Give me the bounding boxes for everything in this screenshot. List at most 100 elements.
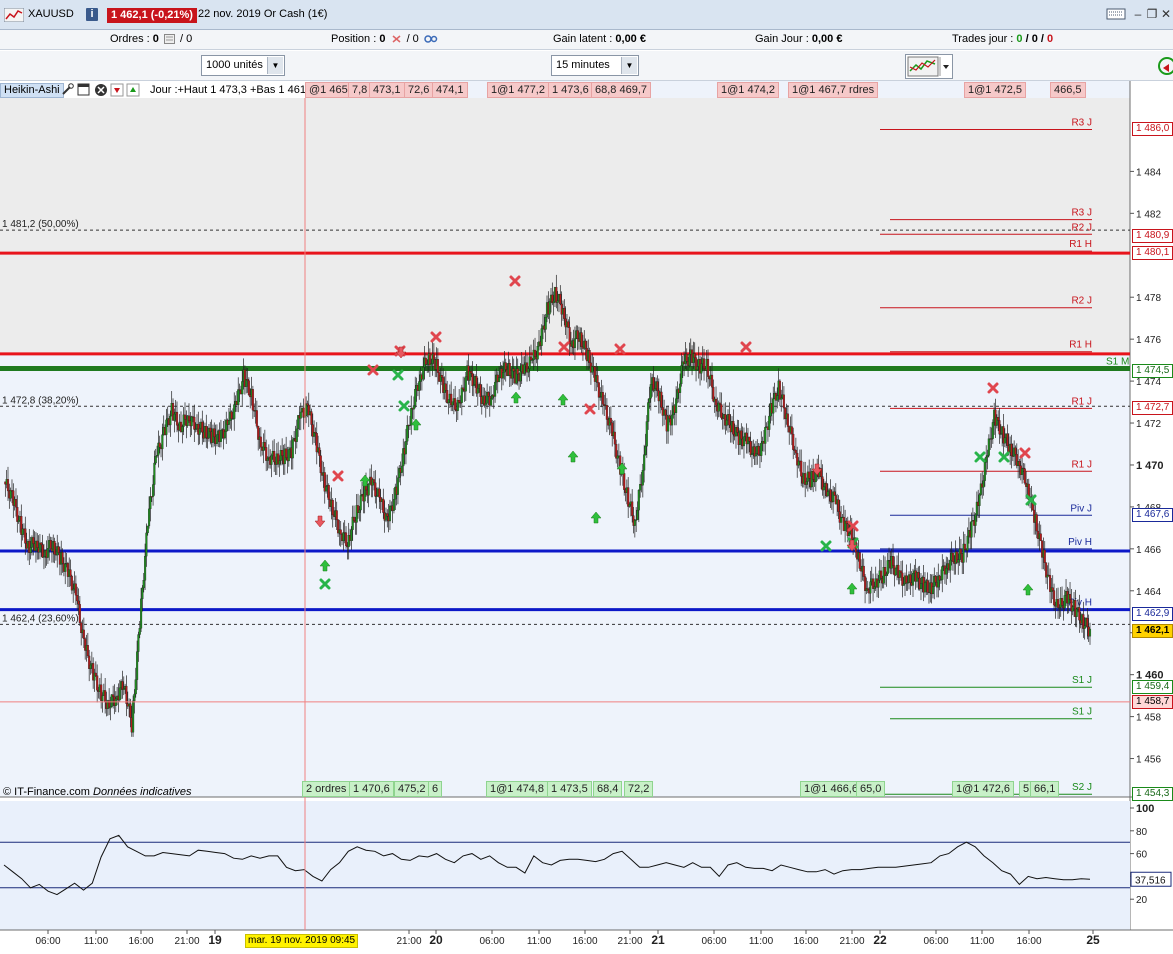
order-tag[interactable]: 68,4 <box>593 781 623 797</box>
order-tag[interactable]: 1@1 466,6 <box>800 781 862 797</box>
candle-body <box>436 358 439 373</box>
candle-body <box>951 552 954 562</box>
candle-body <box>902 583 905 586</box>
candle-body <box>680 365 683 385</box>
quantity-select[interactable]: 1000 unités ▼ <box>201 55 285 76</box>
orders-icon[interactable] <box>163 34 175 45</box>
restore-icon[interactable]: ❐ <box>1145 7 1159 21</box>
candle-body <box>32 537 35 544</box>
candle-body <box>386 513 389 517</box>
window-icon[interactable] <box>77 83 90 96</box>
timeframe-select[interactable]: 15 minutes ▼ <box>551 55 639 76</box>
chart-window-icon <box>4 8 24 22</box>
order-tag[interactable]: 1@1 472,5 <box>964 82 1026 98</box>
order-tag[interactable]: 474,1 <box>432 82 468 98</box>
candle-body <box>800 460 803 477</box>
order-tag[interactable]: 72,6 <box>404 82 434 98</box>
candle-body <box>342 532 345 542</box>
refresh-icon[interactable] <box>1155 54 1173 79</box>
candle-body <box>552 301 555 304</box>
candle-body <box>187 415 191 422</box>
order-tag[interactable]: 1@1 467,7 rdres <box>788 82 879 98</box>
info-icon[interactable]: i <box>86 8 98 21</box>
candle-body <box>679 383 682 393</box>
strategy-button[interactable] <box>905 54 953 79</box>
candle-body <box>786 413 789 427</box>
candle-body <box>318 447 321 456</box>
candle-body <box>978 494 981 506</box>
arrow-down-icon[interactable] <box>110 83 124 97</box>
candle-body <box>247 380 250 395</box>
candle-body <box>760 442 763 456</box>
order-tag[interactable]: 68,8 469,7 <box>591 82 651 98</box>
chart-area[interactable]: 1 481,2 (50,00%) 1 472,8 (38,20%) 1 462,4 … <box>0 81 1173 954</box>
order-tag[interactable]: 65,0 <box>856 781 886 797</box>
close-icon[interactable]: ✕ <box>1159 7 1173 21</box>
candle-body <box>516 368 519 375</box>
candle-body <box>319 455 322 474</box>
order-tag[interactable]: 466,5 <box>1050 82 1086 98</box>
candle-body <box>299 411 302 419</box>
arrow-up-icon[interactable] <box>126 83 140 97</box>
minimize-icon[interactable]: – <box>1131 7 1145 21</box>
order-tag[interactable]: 1 473,5 <box>547 781 592 797</box>
x-tick-label: 21:00 <box>396 936 421 947</box>
order-tag[interactable]: 2 ordres <box>302 781 351 797</box>
candle-body <box>158 442 161 448</box>
candle-body <box>1035 514 1038 532</box>
candle-body <box>919 583 923 590</box>
order-tag[interactable]: 72,2 <box>624 781 654 797</box>
candle-body <box>205 425 208 438</box>
order-tag[interactable]: 1 473,6 <box>548 82 593 98</box>
chevron-down-icon[interactable]: ▼ <box>267 57 283 74</box>
candle-body <box>190 416 193 427</box>
close-position-icon[interactable] <box>391 34 402 44</box>
order-tag[interactable]: 7,8 <box>348 82 372 98</box>
latent-gain-value: 0,00 € <box>615 33 646 45</box>
order-tag[interactable]: 66,1 <box>1030 781 1060 797</box>
candle-body <box>412 405 415 410</box>
candle-body <box>233 404 236 419</box>
candle-body <box>104 690 107 702</box>
candle-body <box>372 479 376 483</box>
candle-body <box>559 294 562 305</box>
candle-body <box>219 429 222 442</box>
candle-body <box>138 628 141 635</box>
candle-body <box>877 579 880 588</box>
order-tag[interactable]: 1@1 474,8 <box>486 781 548 797</box>
price-axis-box: 1 472,7 <box>1132 401 1173 416</box>
price-axis-box: 1 462,1 <box>1132 623 1173 638</box>
keyboard-icon[interactable] <box>1106 7 1126 21</box>
candle-body <box>706 358 710 377</box>
copyright-source: © IT-Finance.com <box>3 786 90 798</box>
candle-body <box>645 421 648 447</box>
candle-body <box>963 543 966 550</box>
candle-body <box>447 399 450 404</box>
candle-body <box>444 383 447 391</box>
order-tag[interactable]: 1@1 477,2 <box>487 82 549 98</box>
osc-tick-label: 100 <box>1136 803 1154 815</box>
candle-body <box>424 357 427 365</box>
order-tag[interactable]: 473,1 <box>369 82 405 98</box>
candle-body <box>894 567 897 576</box>
candle-body <box>70 576 73 591</box>
order-tag[interactable]: 1 470,6 <box>349 781 394 797</box>
order-tag[interactable]: 1@1 472,6 <box>952 781 1014 797</box>
order-tag[interactable]: 475,2 <box>394 781 430 797</box>
candle-body <box>14 499 18 508</box>
order-tag[interactable]: 1@1 474,2 <box>717 82 779 98</box>
close-circle-icon[interactable] <box>95 84 107 96</box>
candle-body <box>61 552 64 564</box>
candle-body <box>718 402 722 405</box>
candle-body <box>53 541 56 555</box>
candle-body <box>458 400 461 403</box>
settings-gear-icon[interactable] <box>424 34 438 44</box>
wrench-icon[interactable] <box>62 83 74 95</box>
indicator-name[interactable]: Heikin-Ashi <box>0 83 64 98</box>
candle-body <box>668 415 671 419</box>
chevron-down-icon[interactable]: ▼ <box>621 57 637 74</box>
order-tag[interactable]: 6 <box>428 781 443 797</box>
candle-body <box>648 398 651 403</box>
candle-body <box>519 371 522 382</box>
candle-body <box>378 488 381 498</box>
